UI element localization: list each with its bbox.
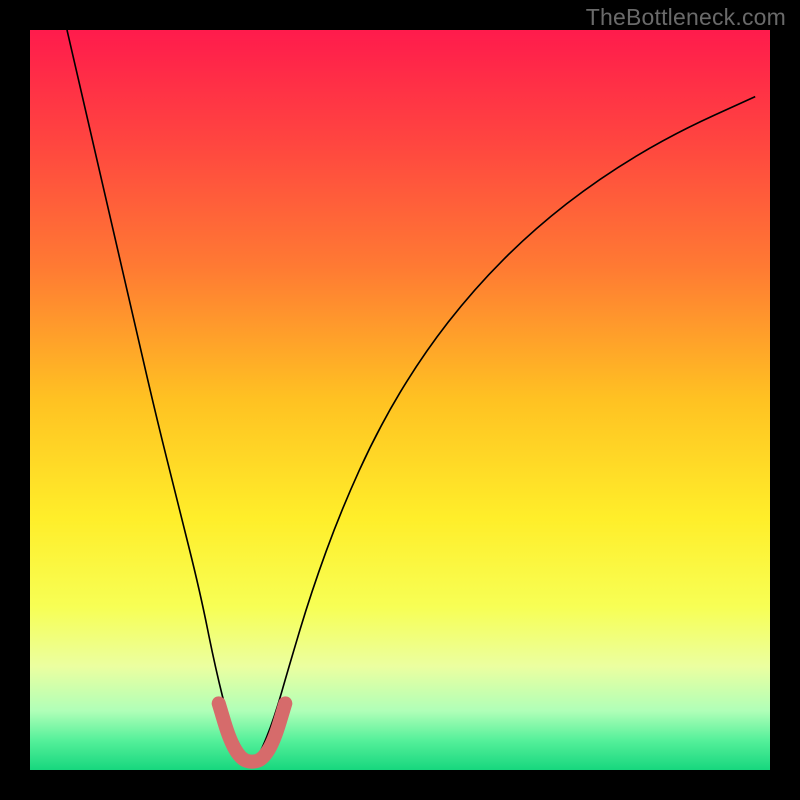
watermark-label: TheBottleneck.com <box>586 4 786 31</box>
gradient-background <box>30 30 770 770</box>
bottleneck-plot <box>30 30 770 770</box>
chart-container: TheBottleneck.com <box>0 0 800 800</box>
